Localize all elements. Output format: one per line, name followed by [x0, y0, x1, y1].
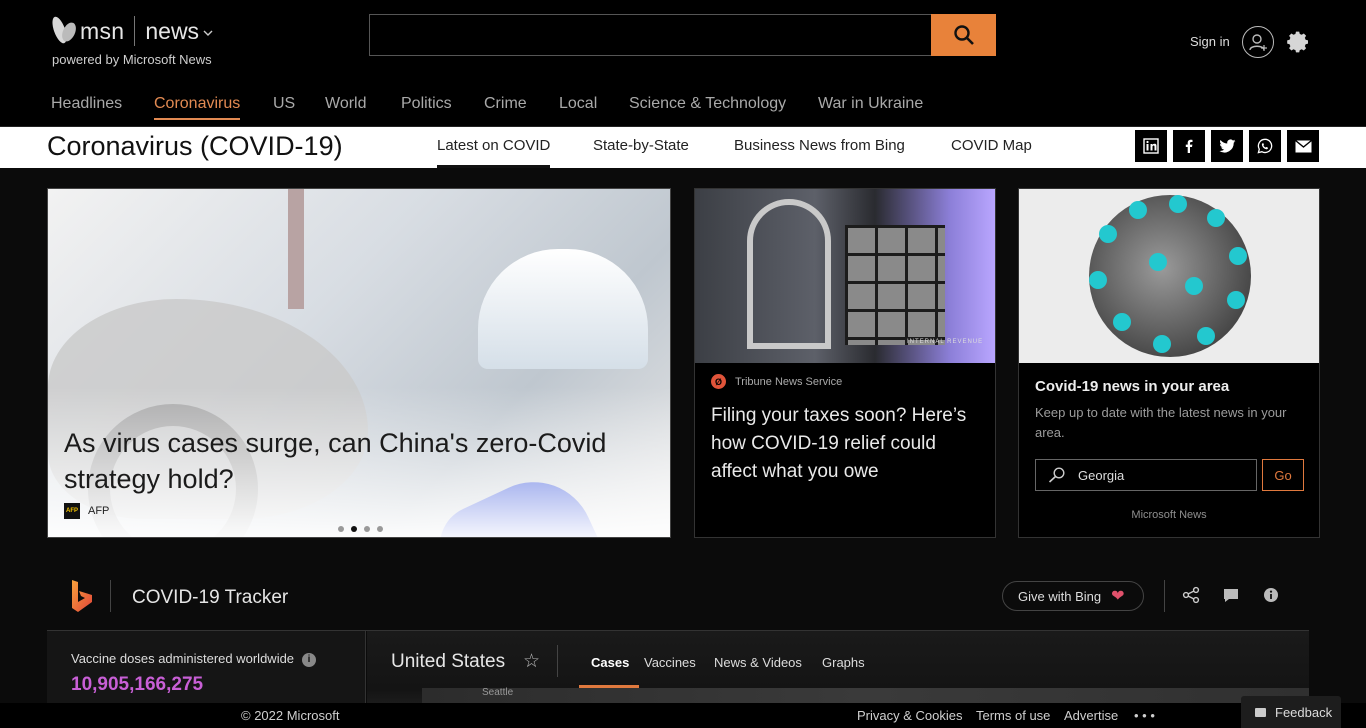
hero-headline[interactable]: As virus cases surge, can China's zero-C… — [64, 425, 654, 497]
carousel-dot-active[interactable] — [351, 526, 357, 532]
location-input[interactable]: Georgia — [1035, 459, 1257, 491]
article-source: Ø Tribune News Service — [711, 374, 842, 389]
linkedin-icon — [1143, 138, 1159, 154]
afp-logo-icon: AFP — [64, 503, 80, 519]
more-icon[interactable]: • • • — [1134, 708, 1155, 723]
nav-item-world[interactable]: World — [325, 95, 367, 113]
comment-icon[interactable] — [1222, 586, 1240, 604]
linkedin-share-button[interactable] — [1135, 130, 1167, 162]
tab-latest-on-covid[interactable]: Latest on COVID — [437, 137, 551, 168]
star-icon[interactable]: ☆ — [523, 650, 540, 673]
tracker-title: COVID-19 Tracker — [132, 587, 289, 608]
nav-item-politics[interactable]: Politics — [401, 95, 452, 113]
nav-item-crime[interactable]: Crime — [484, 95, 527, 113]
search-input[interactable] — [369, 14, 931, 56]
info-icon[interactable]: i — [302, 652, 317, 667]
msn-logo[interactable]: msn news — [49, 14, 213, 48]
nav-item-coronavirus[interactable]: Coronavirus — [154, 95, 241, 120]
tab-news-videos[interactable]: News & Videos — [714, 655, 802, 670]
search-icon — [953, 25, 974, 45]
tab-covid-map[interactable]: COVID Map — [951, 137, 1032, 154]
vaccine-count: 10,905,166,275 — [71, 674, 204, 695]
local-news-title: Covid-19 news in your area — [1035, 378, 1230, 395]
header: msn news powered by Microsoft News Sign … — [0, 0, 1366, 82]
vaccine-label: Vaccine doses administered worldwide i — [71, 651, 317, 667]
nav-item-local[interactable]: Local — [559, 95, 597, 113]
bing-logo-icon — [72, 580, 92, 612]
hero-source: AFP AFP — [64, 503, 109, 519]
give-with-bing-label: Give with Bing — [1018, 588, 1102, 604]
advertise-link[interactable]: Advertise — [1064, 708, 1118, 723]
copyright: © 2022 Microsoft — [241, 708, 340, 723]
map-city-label: Seattle — [482, 687, 514, 698]
feedback-label: Feedback — [1275, 704, 1333, 720]
go-button[interactable]: Go — [1262, 459, 1304, 491]
carousel-dot[interactable] — [364, 526, 370, 532]
privacy-link[interactable]: Privacy & Cookies — [857, 708, 962, 723]
chevron-down-icon[interactable] — [203, 26, 213, 40]
facebook-share-button[interactable] — [1173, 130, 1205, 162]
carousel-dots — [338, 526, 383, 532]
tab-graphs[interactable]: Graphs — [822, 655, 865, 670]
carousel-dot[interactable] — [377, 526, 383, 532]
avatar[interactable] — [1242, 26, 1274, 58]
article-card-taxes[interactable]: INTERNAL REVENUE Ø Tribune News Service … — [694, 188, 996, 538]
heart-icon: ❤ — [1111, 588, 1125, 605]
vaccine-label-text: Vaccine doses administered worldwide — [71, 651, 295, 666]
terms-link[interactable]: Terms of use — [976, 708, 1050, 723]
nav-item-science-technology[interactable]: Science & Technology — [629, 95, 786, 113]
location-value[interactable]: Georgia — [1078, 468, 1124, 483]
powered-by: powered by Microsoft News — [52, 52, 212, 67]
whatsapp-share-button[interactable] — [1249, 130, 1281, 162]
tab-cases[interactable]: Cases — [578, 655, 640, 688]
image-sign-text: INTERNAL REVENUE — [907, 339, 984, 345]
article-source-name: Tribune News Service — [735, 375, 843, 388]
virus-image — [1019, 189, 1319, 363]
country-name: United States — [391, 651, 506, 672]
logo-divider — [134, 16, 136, 46]
topic-bar: Coronavirus (COVID-19) Latest on COVID S… — [0, 127, 1366, 168]
coronavirus-icon — [1089, 195, 1251, 357]
gear-icon[interactable] — [1287, 30, 1311, 54]
share-icon[interactable] — [1182, 586, 1200, 604]
feedback-button[interactable]: Feedback — [1241, 696, 1341, 728]
twitter-share-button[interactable] — [1211, 130, 1243, 162]
brand-name: msn — [80, 17, 125, 44]
facebook-icon — [1185, 139, 1193, 153]
whatsapp-icon — [1257, 138, 1273, 154]
give-with-bing-button[interactable]: Give with Bing ❤ — [1002, 581, 1144, 611]
tab-business-news[interactable]: Business News from Bing — [734, 137, 905, 154]
tab-vaccines[interactable]: Vaccines — [644, 655, 696, 670]
nav-item-headlines[interactable]: Headlines — [51, 95, 122, 113]
main-nav: Headlines Coronavirus US World Politics … — [0, 82, 1366, 127]
search-bar — [369, 14, 996, 56]
local-news-footer: Microsoft News — [1131, 509, 1207, 521]
article-headline[interactable]: Filing your taxes soon? Here’s how COVID… — [711, 402, 985, 486]
hero-article-card[interactable]: As virus cases surge, can China's zero-C… — [47, 188, 671, 538]
search-icon — [1048, 467, 1065, 483]
covid-tracker-header: COVID-19 Tracker Give with Bing ❤ — [47, 560, 1309, 630]
sign-in-link[interactable]: Sign in — [1190, 34, 1230, 49]
article-image: INTERNAL REVENUE — [695, 189, 995, 363]
nav-item-us[interactable]: US — [273, 95, 295, 113]
msn-butterfly-icon — [49, 14, 79, 48]
nav-item-war-in-ukraine[interactable]: War in Ukraine — [818, 95, 923, 113]
footer: © 2022 Microsoft Privacy & Cookies Terms… — [0, 703, 1366, 728]
search-button[interactable] — [931, 14, 996, 56]
mail-icon — [1294, 139, 1312, 152]
local-news-card: Covid-19 news in your area Keep up to da… — [1018, 188, 1320, 538]
section-name[interactable]: news — [145, 18, 199, 45]
tab-state-by-state[interactable]: State-by-State — [593, 137, 689, 154]
tribune-logo-icon: Ø — [711, 374, 726, 389]
user-icon — [1249, 34, 1267, 51]
carousel-dot[interactable] — [338, 526, 344, 532]
hero-source-name: AFP — [88, 505, 110, 517]
twitter-icon — [1218, 138, 1235, 152]
feedback-icon — [1255, 707, 1266, 717]
email-share-button[interactable] — [1287, 130, 1319, 162]
page-title: Coronavirus (COVID-19) — [47, 131, 343, 161]
local-news-description: Keep up to date with the latest news in … — [1035, 405, 1287, 440]
info-icon[interactable] — [1262, 586, 1280, 604]
